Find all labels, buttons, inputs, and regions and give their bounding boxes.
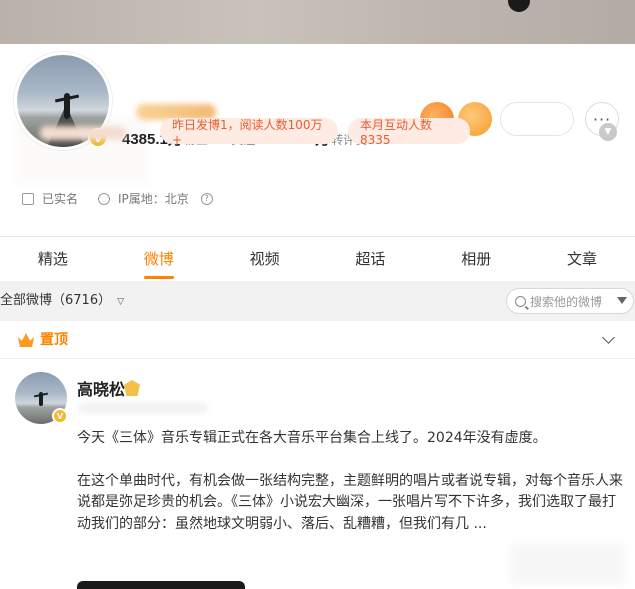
description-text-blurred bbox=[40, 126, 126, 140]
chevron-down-icon[interactable] bbox=[602, 331, 615, 344]
crown-pin-icon bbox=[18, 333, 34, 347]
profile-tabs: 精选 微博 视频 超话 相册 文章 bbox=[0, 237, 635, 281]
profile-banner bbox=[0, 0, 635, 44]
avatar-person bbox=[64, 93, 70, 119]
post-paragraph: 今天《三体》音乐专辑正式在各大音乐平台集合上线了。2024年没有虚度。 bbox=[77, 430, 547, 446]
post-author-name[interactable]: 高晓松 bbox=[77, 376, 125, 400]
member-badge-icon bbox=[124, 380, 140, 396]
ip-icon bbox=[98, 192, 111, 205]
tab-albums[interactable]: 相册 bbox=[423, 237, 529, 281]
search-placeholder: 搜索他的微博 bbox=[530, 294, 603, 309]
expand-text-blurred bbox=[510, 544, 625, 584]
search-icon bbox=[515, 295, 526, 307]
tab-videos[interactable]: 视频 bbox=[212, 237, 318, 281]
feed-filter-bar: 全部微博（6716） ▽ 搜索他的微博 bbox=[0, 281, 635, 321]
id-card-icon bbox=[22, 192, 34, 205]
chevron-down-icon: ▽ bbox=[117, 297, 125, 307]
verified-identity: 已实名 bbox=[22, 190, 78, 207]
post-search-input[interactable]: 搜索他的微博 bbox=[506, 288, 634, 314]
verified-label: 已实名 bbox=[42, 192, 79, 206]
ip-location: IP属地：北京 ? bbox=[98, 190, 213, 207]
expand-chevron-icon[interactable]: ▼ bbox=[599, 123, 617, 141]
search-dropdown-icon[interactable] bbox=[617, 297, 627, 304]
profile-meta: 已实名 IP属地：北京 ? bbox=[22, 190, 213, 207]
all-posts-label: 全部微博（6716） bbox=[0, 293, 112, 308]
post-paragraph: 在这个单曲时代，有机会做一张结构完整，主题鲜明的唱片或者说专辑，对每个音乐人来说… bbox=[77, 472, 623, 532]
post-media-thumbnail[interactable] bbox=[77, 581, 245, 589]
pinned-header: 置顶 bbox=[0, 321, 635, 359]
profile-card: V 4385.1万粉丝 4关注 3191.2万转评赞 ··· 昨日发博1，阅读人… bbox=[0, 44, 635, 236]
post-meta-blurred bbox=[78, 402, 208, 414]
tab-featured[interactable]: 精选 bbox=[0, 237, 106, 281]
yesterday-stats-pill[interactable]: 昨日发博1，阅读人数100万+ bbox=[160, 118, 338, 147]
verified-v-icon: V bbox=[52, 408, 68, 424]
monthly-interaction-pill[interactable]: 本月互动人数8335 bbox=[348, 118, 470, 147]
all-posts-filter[interactable]: 全部微博（6716） ▽ bbox=[0, 281, 124, 322]
banner-decoration bbox=[508, 0, 530, 12]
tab-supertopics[interactable]: 超话 bbox=[317, 237, 423, 281]
follow-button-blurred[interactable] bbox=[500, 102, 574, 136]
post-card: V 高晓松 今天《三体》音乐专辑正式在各大音乐平台集合上线了。2024年没有虚度… bbox=[0, 360, 635, 589]
avatar-person bbox=[39, 392, 43, 406]
help-icon[interactable]: ? bbox=[200, 192, 213, 205]
pinned-label: 置顶 bbox=[40, 332, 68, 348]
post-body: 今天《三体》音乐专辑正式在各大音乐平台集合上线了。2024年没有虚度。 在这个单… bbox=[77, 428, 625, 535]
tab-weibo[interactable]: 微博 bbox=[106, 237, 212, 281]
ip-label: IP属地：北京 bbox=[118, 192, 189, 206]
tab-articles[interactable]: 文章 bbox=[529, 237, 635, 281]
